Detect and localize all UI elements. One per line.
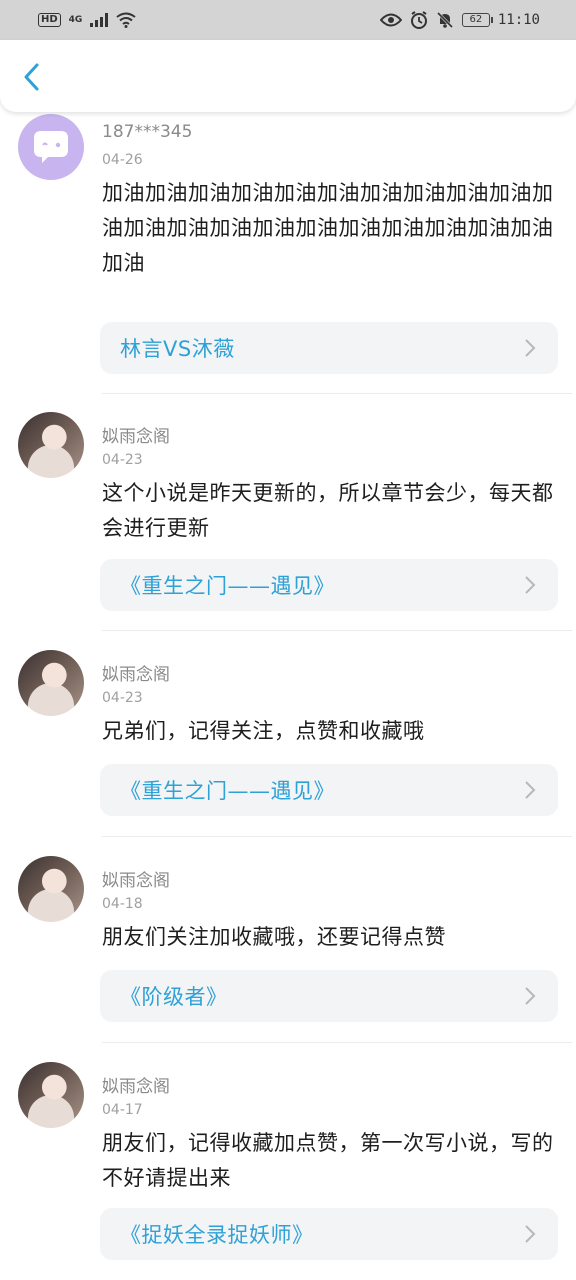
comment-text: 朋友们，记得收藏加点赞，第一次写小说，写的不好请提出来 — [102, 1131, 554, 1190]
divider — [102, 1042, 572, 1043]
status-left: HD 4G — [38, 12, 136, 28]
comment-text: 兄弟们，记得关注，点赞和收藏哦 — [102, 719, 425, 743]
battery-icon: 62 — [461, 13, 493, 27]
book-title: 《阶级者》 — [120, 985, 228, 1009]
divider — [102, 630, 572, 631]
avatar[interactable] — [18, 1062, 84, 1128]
avatar[interactable] — [18, 650, 84, 716]
speech-bubble-icon — [34, 131, 68, 163]
avatar[interactable] — [18, 114, 84, 180]
book-link[interactable]: 《重生之门——遇见》 — [100, 764, 558, 816]
status-right: 62 11:10 — [379, 11, 540, 29]
book-title: 《捉妖全录捉妖师》 — [120, 1223, 314, 1247]
comment-text: 加油加油加油加油加油加油加油加油加油加油加油加油加油加油加油加油加油加油加油加油… — [102, 181, 554, 275]
avatar[interactable] — [18, 412, 84, 478]
comment-date: 04-23 — [102, 452, 143, 468]
chevron-right-icon — [525, 1225, 536, 1243]
chevron-right-icon — [525, 781, 536, 799]
comment-text: 朋友们关注加收藏哦，还要记得点赞 — [102, 925, 446, 949]
comment-date: 04-17 — [102, 1102, 143, 1118]
book-title: 林言VS沐薇 — [120, 337, 235, 361]
comment-date: 04-26 — [102, 152, 143, 168]
alarm-icon — [410, 11, 427, 29]
book-link[interactable]: 《捉妖全录捉妖师》 — [100, 1208, 558, 1260]
comment-text: 这个小说是昨天更新的，所以章节会少，每天都会进行更新 — [102, 481, 554, 540]
book-link[interactable]: 《阶级者》 — [100, 970, 558, 1022]
book-title: 《重生之门——遇见》 — [120, 779, 335, 803]
book-link[interactable]: 《重生之门——遇见》 — [100, 559, 558, 611]
username: 187***345 — [102, 122, 193, 142]
mute-bell-icon — [436, 11, 453, 29]
comment-feed[interactable]: 187***345 04-26 加油加油加油加油加油加油加油加油加油加油加油加油… — [0, 112, 576, 1280]
clock: 11:10 — [497, 12, 540, 28]
book-title: 《重生之门——遇见》 — [120, 574, 335, 598]
username: 姒雨念阁 — [102, 427, 170, 447]
username: 姒雨念阁 — [102, 1077, 170, 1097]
back-button[interactable] — [18, 62, 48, 92]
book-link[interactable]: 林言VS沐薇 — [100, 322, 558, 374]
status-bar: HD 4G 62 11:10 — [0, 0, 576, 40]
signal-icon — [90, 13, 109, 27]
username: 姒雨念阁 — [102, 871, 170, 891]
username: 姒雨念阁 — [102, 665, 170, 685]
comment-date: 04-23 — [102, 690, 143, 706]
chevron-right-icon — [525, 339, 536, 357]
hd-badge: HD — [38, 13, 61, 27]
chevron-right-icon — [525, 987, 536, 1005]
network-type: 4G — [68, 14, 83, 25]
avatar[interactable] — [18, 856, 84, 922]
divider — [102, 393, 572, 394]
comment-date: 04-18 — [102, 896, 143, 912]
wifi-icon — [116, 12, 136, 28]
chevron-right-icon — [525, 576, 536, 594]
divider — [102, 836, 572, 837]
eye-icon — [379, 13, 402, 27]
nav-bar — [0, 40, 576, 112]
